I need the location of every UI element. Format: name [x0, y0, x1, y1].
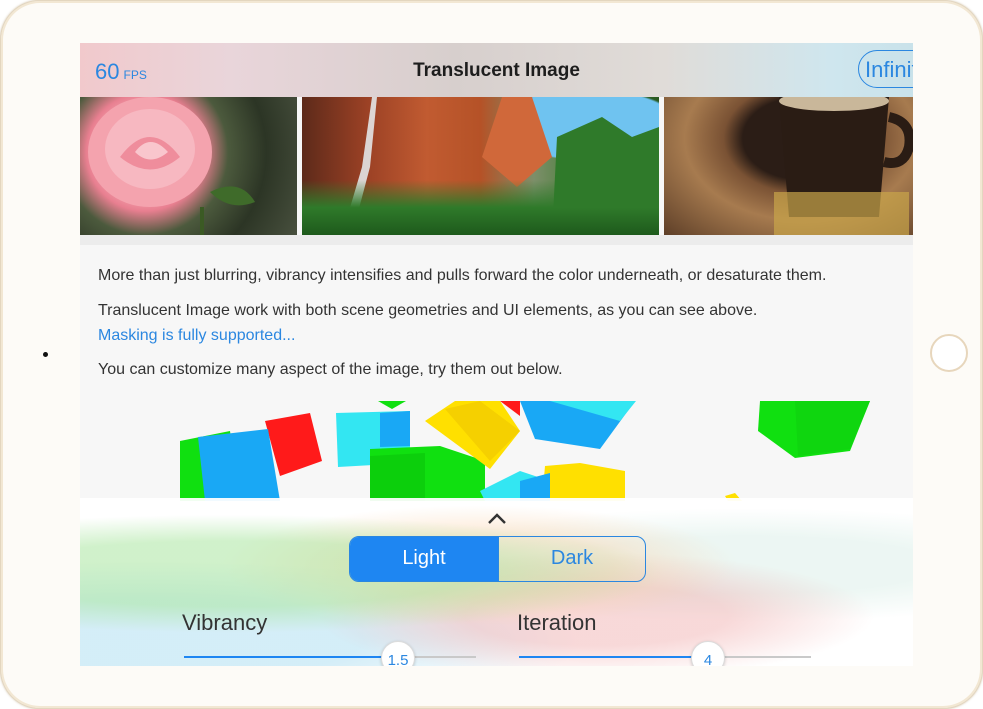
iteration-slider-thumb[interactable]: 4 [691, 641, 725, 666]
vibrancy-slider-fill [184, 656, 397, 658]
masking-link[interactable]: Masking is fully supported... [98, 327, 295, 345]
settings-panel: Light Dark Vibrancy 1.5 Iteration 4 [80, 498, 913, 666]
chevron-up-icon[interactable] [487, 510, 507, 526]
theme-segmented-control[interactable]: Light Dark [349, 536, 646, 582]
gallery-divider [80, 235, 913, 245]
vibrancy-label: Vibrancy [182, 610, 268, 635]
segment-dark[interactable]: Dark [498, 537, 645, 581]
home-button[interactable] [930, 334, 968, 372]
iteration-slider[interactable]: 4 [519, 641, 811, 666]
image-gallery[interactable] [80, 97, 913, 235]
canyon-photo [302, 97, 659, 235]
vibrancy-slider[interactable]: 1.5 [184, 641, 476, 666]
navigation-bar: 60FPS Translucent Image Infinite [80, 43, 913, 97]
page-title: Translucent Image [413, 60, 580, 81]
vibrancy-slider-thumb[interactable]: 1.5 [381, 641, 415, 666]
rose-photo [80, 97, 297, 235]
app-screen: 60FPS Translucent Image Infinite [80, 43, 913, 666]
front-camera [43, 352, 48, 357]
coffee-photo [664, 97, 913, 235]
cube-scene [80, 401, 913, 501]
paragraph-customize: You can customize many aspect of the ima… [98, 361, 563, 378]
ipad-frame: 60FPS Translucent Image Infinite [0, 0, 983, 709]
iteration-label: Iteration [517, 610, 597, 635]
paragraph-scene-geometries: Translucent Image work with both scene g… [98, 302, 758, 319]
paragraph-vibrancy: More than just blurring, vibrancy intens… [98, 267, 827, 284]
infinite-button[interactable]: Infinite [858, 50, 913, 88]
segment-light[interactable]: Light [350, 537, 498, 581]
iteration-slider-fill [519, 656, 707, 658]
